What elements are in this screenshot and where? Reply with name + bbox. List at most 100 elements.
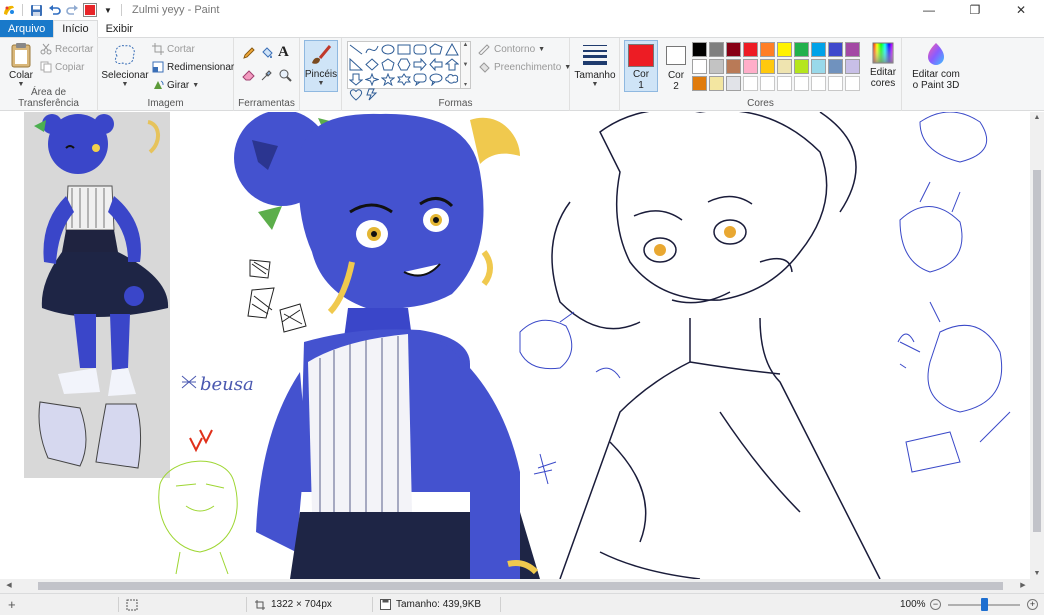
palette-color-swatch[interactable] xyxy=(845,42,860,57)
tab-file[interactable]: Arquivo xyxy=(0,20,54,37)
four-point-star-shape-icon[interactable] xyxy=(365,73,379,86)
palette-color-swatch[interactable] xyxy=(743,42,758,57)
tab-home[interactable]: Início xyxy=(53,20,98,38)
pentagon-shape-icon[interactable] xyxy=(381,58,395,71)
palette-color-swatch[interactable] xyxy=(777,59,792,74)
palette-empty-slot[interactable] xyxy=(777,76,792,91)
color-picker-tool[interactable] xyxy=(260,68,274,85)
zoom-in-button[interactable]: + xyxy=(1027,599,1038,610)
palette-empty-slot[interactable] xyxy=(828,76,843,91)
palette-color-swatch[interactable] xyxy=(709,76,724,91)
shapes-scroll[interactable]: ▲ ▼ ▾ xyxy=(461,41,471,89)
undo-icon[interactable] xyxy=(47,3,61,17)
drawing-canvas[interactable]: beusa xyxy=(0,112,1030,579)
chevron-up-icon[interactable]: ▲ xyxy=(463,42,469,48)
palette-color-swatch[interactable] xyxy=(777,42,792,57)
more-icon[interactable]: ▾ xyxy=(464,81,467,88)
outline-button[interactable]: Contorno ▼ xyxy=(478,43,545,55)
color-swatch-icon[interactable] xyxy=(83,3,97,17)
palette-color-swatch[interactable] xyxy=(726,76,741,91)
palette-color-swatch[interactable] xyxy=(794,42,809,57)
palette-color-swatch[interactable] xyxy=(794,59,809,74)
rounded-rectangle-shape-icon[interactable] xyxy=(413,43,427,56)
shapes-gallery[interactable] xyxy=(347,41,461,101)
fill-button[interactable]: Preenchimento ▼ xyxy=(478,61,571,73)
six-point-star-shape-icon[interactable] xyxy=(397,73,411,86)
vertical-scroll-thumb[interactable] xyxy=(1033,170,1041,532)
minimize-button[interactable]: — xyxy=(906,0,952,20)
chevron-down-icon[interactable]: ▼ xyxy=(463,62,469,68)
palette-empty-slot[interactable] xyxy=(743,76,758,91)
edit-colors-button[interactable]: Editar cores xyxy=(866,42,900,89)
palette-empty-slot[interactable] xyxy=(760,76,775,91)
triangle-shape-icon[interactable] xyxy=(445,43,459,56)
palette-color-swatch[interactable] xyxy=(845,59,860,74)
diamond-shape-icon[interactable] xyxy=(365,58,379,71)
rectangle-shape-icon[interactable] xyxy=(397,43,411,56)
cut-button[interactable]: Recortar xyxy=(40,43,93,55)
five-point-star-shape-icon[interactable] xyxy=(381,73,395,86)
maximize-button[interactable]: ❐ xyxy=(952,0,998,20)
arrow-up-shape-icon[interactable] xyxy=(445,58,459,71)
palette-color-swatch[interactable] xyxy=(828,42,843,57)
rotate-button[interactable]: Girar ▼ xyxy=(152,79,199,91)
zoom-slider-thumb[interactable] xyxy=(981,598,988,611)
palette-color-swatch[interactable] xyxy=(692,76,707,91)
palette-color-swatch[interactable] xyxy=(709,42,724,57)
cloud-callout-shape-icon[interactable] xyxy=(445,73,459,86)
size-button[interactable]: Tamanho ▼ xyxy=(574,42,616,88)
select-button[interactable]: Selecionar ▼ xyxy=(101,42,149,88)
dropdown-icon[interactable]: ▼ xyxy=(101,3,115,17)
polygon-shape-icon[interactable] xyxy=(429,43,443,56)
palette-color-swatch[interactable] xyxy=(760,42,775,57)
arrow-down-shape-icon[interactable] xyxy=(349,73,363,86)
arrow-right-shape-icon[interactable] xyxy=(413,58,427,71)
palette-color-swatch[interactable] xyxy=(692,42,707,57)
zoom-out-button[interactable]: − xyxy=(930,599,941,610)
palette-color-swatch[interactable] xyxy=(709,59,724,74)
line-shape-icon[interactable] xyxy=(349,43,363,56)
scroll-right-icon[interactable]: ▶ xyxy=(1016,579,1030,593)
oval-shape-icon[interactable] xyxy=(381,43,395,56)
scroll-up-icon[interactable]: ▲ xyxy=(1030,114,1044,121)
palette-color-swatch[interactable] xyxy=(811,42,826,57)
oval-callout-shape-icon[interactable] xyxy=(429,73,443,86)
brushes-button[interactable]: Pincéis ▼ xyxy=(304,40,338,92)
eraser-tool[interactable] xyxy=(242,68,256,85)
right-triangle-shape-icon[interactable] xyxy=(349,58,363,71)
save-icon[interactable] xyxy=(29,3,43,17)
magnifier-tool[interactable] xyxy=(278,68,292,85)
redo-icon[interactable] xyxy=(65,3,79,17)
palette-empty-slot[interactable] xyxy=(811,76,826,91)
text-tool[interactable]: A xyxy=(278,44,289,61)
horizontal-scrollbar[interactable]: ◀ ▶ xyxy=(0,579,1030,593)
paint-icon[interactable] xyxy=(2,3,16,17)
close-button[interactable]: ✕ xyxy=(998,0,1044,20)
curve-shape-icon[interactable] xyxy=(365,43,379,56)
palette-color-swatch[interactable] xyxy=(726,42,741,57)
color2-button[interactable]: Cor 2 xyxy=(662,40,690,92)
palette-empty-slot[interactable] xyxy=(794,76,809,91)
palette-empty-slot[interactable] xyxy=(845,76,860,91)
palette-color-swatch[interactable] xyxy=(828,59,843,74)
resize-button[interactable]: Redimensionar xyxy=(152,61,234,73)
fill-tool[interactable] xyxy=(260,46,274,63)
tab-view[interactable]: Exibir xyxy=(98,20,142,37)
arrow-left-shape-icon[interactable] xyxy=(429,58,443,71)
crop-button[interactable]: Cortar xyxy=(152,43,195,55)
paste-button[interactable]: Colar ▼ xyxy=(6,42,36,88)
pencil-tool[interactable] xyxy=(242,46,256,63)
palette-color-swatch[interactable] xyxy=(811,59,826,74)
palette-color-swatch[interactable] xyxy=(692,59,707,74)
palette-color-swatch[interactable] xyxy=(760,59,775,74)
vertical-scrollbar[interactable]: ▲ ▼ xyxy=(1030,112,1044,579)
horizontal-scroll-thumb[interactable] xyxy=(38,582,1003,590)
edit-with-paint3d-button[interactable]: Editar com o Paint 3D xyxy=(906,42,966,91)
hexagon-shape-icon[interactable] xyxy=(397,58,411,71)
canvas-area[interactable]: beusa xyxy=(0,112,1030,579)
color1-button[interactable]: Cor 1 xyxy=(624,40,658,92)
scroll-down-icon[interactable]: ▼ xyxy=(1030,570,1044,577)
scroll-left-icon[interactable]: ◀ xyxy=(2,579,16,593)
palette-color-swatch[interactable] xyxy=(743,59,758,74)
palette-color-swatch[interactable] xyxy=(726,59,741,74)
